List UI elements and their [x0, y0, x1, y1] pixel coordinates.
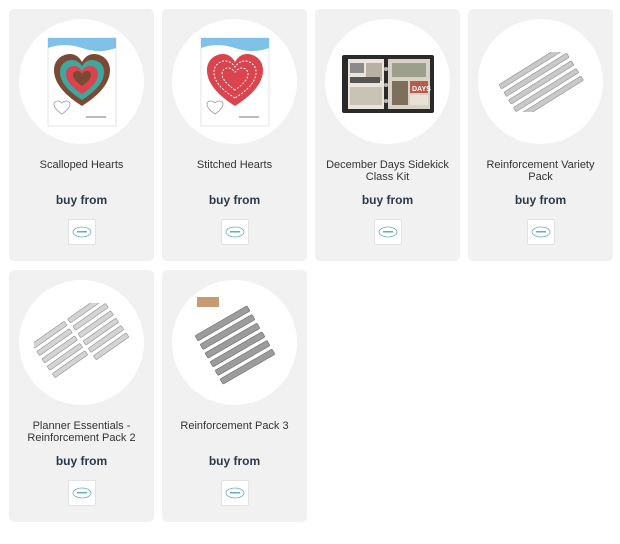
product-card-sidekick-class-kit[interactable]: DAYS December Days Sidekick Class Kit bu… — [315, 9, 460, 261]
product-card-reinforcement-variety-pack[interactable]: Reinforcement Variety Pack buy from — [468, 9, 613, 261]
product-image-scalloped-hearts[interactable] — [19, 19, 144, 144]
product-title[interactable]: Planner Essentials - Reinforcement Pack … — [9, 420, 154, 444]
retailer-logo-icon[interactable] — [221, 219, 249, 245]
buy-from-label: buy from — [55, 454, 108, 468]
product-title[interactable]: Scalloped Hearts — [9, 159, 154, 171]
product-card-planner-essentials[interactable]: Planner Essentials - Reinforcement Pack … — [9, 270, 154, 522]
product-card-stitched-hearts[interactable]: Stitched Hearts buy from — [162, 9, 307, 261]
product-title[interactable]: Reinforcement Variety Pack — [468, 159, 613, 183]
retailer-logo-icon[interactable] — [527, 219, 555, 245]
retailer-logo-icon[interactable] — [68, 219, 96, 245]
product-title[interactable]: December Days Sidekick Class Kit — [315, 159, 460, 183]
buy-from-label: buy from — [514, 193, 567, 207]
retailer-logo-icon[interactable] — [68, 480, 96, 506]
product-card-reinforcement-pack-3[interactable]: Reinforcement Pack 3 buy from — [162, 270, 307, 522]
product-image-sidekick-class-kit[interactable]: DAYS — [325, 19, 450, 144]
product-card-scalloped-hearts[interactable]: Scalloped Hearts buy from — [9, 9, 154, 261]
product-image-planner-essentials[interactable] — [19, 280, 144, 405]
retailer-logo-icon[interactable] — [374, 219, 402, 245]
product-image-reinforcement-variety-pack[interactable] — [478, 19, 603, 144]
product-title[interactable]: Reinforcement Pack 3 — [162, 420, 307, 432]
product-image-stitched-hearts[interactable] — [172, 19, 297, 144]
svg-text:DAYS: DAYS — [412, 86, 431, 93]
product-image-reinforcement-pack-3[interactable] — [172, 280, 297, 405]
buy-from-label: buy from — [208, 454, 261, 468]
buy-from-label: buy from — [361, 193, 414, 207]
retailer-logo-icon[interactable] — [221, 480, 249, 506]
buy-from-label: buy from — [208, 193, 261, 207]
buy-from-label: buy from — [55, 193, 108, 207]
product-title[interactable]: Stitched Hearts — [162, 159, 307, 171]
